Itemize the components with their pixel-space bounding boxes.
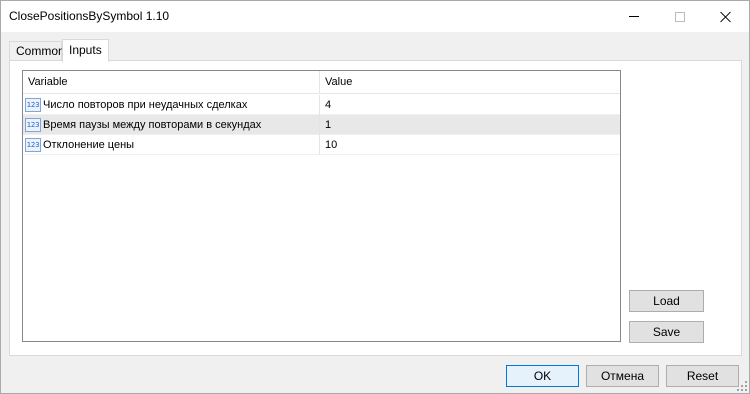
reset-button[interactable]: Reset <box>666 365 739 387</box>
inputs-grid[interactable]: Variable Value 123 Число повторов при не… <box>22 70 621 342</box>
minimize-button[interactable] <box>611 1 657 32</box>
maximize-icon <box>675 11 685 22</box>
value-cell[interactable]: 4 <box>320 95 620 115</box>
numeric-123-icon: 123 <box>25 138 41 152</box>
variable-label: Отклонение цены <box>43 139 135 151</box>
inputs-panel: Variable Value 123 Число повторов при не… <box>9 60 742 356</box>
ok-button[interactable]: OK <box>506 365 579 387</box>
variable-cell: 123 Время паузы между повторами в секунд… <box>23 115 320 135</box>
variable-cell: 123 Число повторов при неудачных сделках <box>23 95 320 115</box>
close-icon <box>720 11 732 23</box>
numeric-123-icon: 123 <box>25 98 41 112</box>
variable-label: Число повторов при неудачных сделках <box>43 99 248 111</box>
dialog-window: ClosePositionsBySymbol 1.10 Common Input… <box>0 0 750 394</box>
save-button[interactable]: Save <box>629 321 704 343</box>
load-button[interactable]: Load <box>629 290 704 312</box>
column-header-value[interactable]: Value <box>320 71 620 94</box>
title-bar[interactable]: ClosePositionsBySymbol 1.10 <box>1 1 749 32</box>
resize-grip-icon[interactable] <box>737 381 747 391</box>
window-title: ClosePositionsBySymbol 1.10 <box>9 9 170 23</box>
grid-header: Variable Value <box>23 71 620 94</box>
table-row[interactable]: 123 Время паузы между повторами в секунд… <box>23 115 620 135</box>
variable-label: Время паузы между повторами в секундах <box>43 119 262 131</box>
close-button[interactable] <box>703 1 749 32</box>
minimize-icon <box>629 16 639 17</box>
tab-common[interactable]: Common <box>9 41 65 61</box>
variable-cell: 123 Отклонение цены <box>23 135 320 155</box>
numeric-123-icon: 123 <box>25 118 41 132</box>
value-cell[interactable]: 1 <box>320 115 620 135</box>
column-header-variable[interactable]: Variable <box>23 71 320 94</box>
value-cell[interactable]: 10 <box>320 135 620 155</box>
cancel-button[interactable]: Отмена <box>586 365 659 387</box>
table-row[interactable]: 123 Число повторов при неудачных сделках… <box>23 95 620 115</box>
table-row[interactable]: 123 Отклонение цены 10 <box>23 135 620 155</box>
tab-inputs[interactable]: Inputs <box>62 39 109 62</box>
maximize-button <box>657 1 703 32</box>
